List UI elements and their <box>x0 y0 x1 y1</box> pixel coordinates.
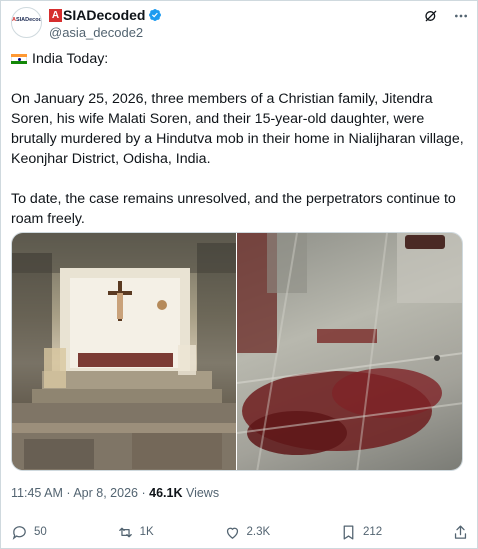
tweet-paragraph-1: On January 25, 2026, three members of a … <box>11 91 464 167</box>
post-date[interactable]: Apr 8, 2026 <box>73 486 138 500</box>
repost-icon <box>118 527 132 537</box>
bookmark-count: 212 <box>362 526 383 538</box>
media-gallery <box>11 232 463 471</box>
heart-icon <box>226 527 238 539</box>
share-icon <box>454 524 467 539</box>
tweet-card: ASIADecoded A SIADecoded @asia_decode2 <box>0 0 478 549</box>
repost-count: 1K <box>139 526 154 538</box>
author-handle[interactable]: @asia_decode2 <box>49 25 162 40</box>
author-names: A SIADecoded @asia_decode2 <box>49 7 162 40</box>
bookmark-icon <box>343 524 354 540</box>
meta-separator: · <box>66 486 71 500</box>
verified-badge-icon <box>148 8 162 22</box>
meta-separator-2: · <box>141 486 146 500</box>
more-options-icon[interactable] <box>453 8 469 24</box>
reply-button[interactable]: 50 <box>11 524 47 541</box>
like-count: 2.3K <box>246 526 271 538</box>
bloodstained-floor-photo[interactable] <box>236 233 462 470</box>
avatar[interactable]: ASIADecoded <box>11 7 42 38</box>
post-time[interactable]: 11:45 AM <box>11 486 63 500</box>
like-button[interactable]: 2.3K <box>224 524 271 541</box>
views-count: 46.1K <box>149 486 183 500</box>
reply-icon <box>12 525 26 540</box>
india-flag-icon <box>11 53 27 65</box>
tweet-meta: 11:45 AM · Apr 8, 2026 · 46.1K Views <box>11 486 219 500</box>
header-actions <box>423 7 469 25</box>
avatar-logo: ASIADecoded <box>12 17 42 23</box>
tweet-text: India Today: On January 25, 2026, three … <box>11 49 469 229</box>
tweet-header: ASIADecoded A SIADecoded @asia_decode2 <box>11 7 469 41</box>
display-name-text: SIADecoded <box>63 7 146 23</box>
tweet-actions: 50 1K 2.3K 212 <box>11 521 469 543</box>
repost-button[interactable]: 1K <box>117 524 154 541</box>
views-label: Views <box>185 486 220 500</box>
display-name-initial: A <box>49 8 62 22</box>
reply-count: 50 <box>34 526 47 538</box>
display-name[interactable]: A SIADecoded <box>49 7 162 23</box>
share-button[interactable] <box>452 524 469 541</box>
bookmark-button[interactable]: 212 <box>340 524 382 541</box>
church-interior-photo[interactable] <box>12 233 236 470</box>
tweet-paragraph-2: To date, the case remains unresolved, an… <box>11 191 456 227</box>
source-line: India Today: <box>11 49 469 69</box>
grok-icon[interactable] <box>423 8 439 24</box>
